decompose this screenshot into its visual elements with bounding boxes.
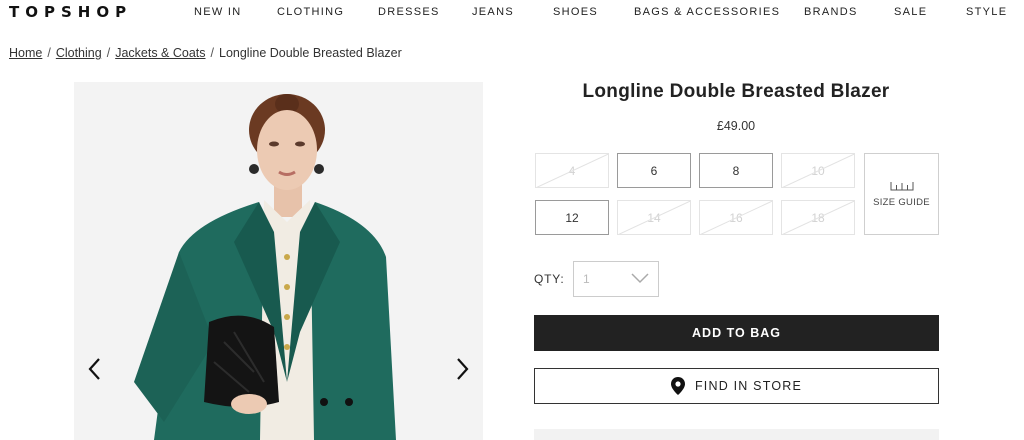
size-option[interactable]: 18 xyxy=(781,200,855,235)
breadcrumb-separator: / xyxy=(47,46,51,60)
map-pin-icon xyxy=(670,377,685,395)
add-to-bag-button[interactable]: ADD TO BAG xyxy=(534,315,939,351)
breadcrumb: Home / Clothing / Jackets & Coats / Longline D… xyxy=(9,46,402,60)
quantity-value: 1 xyxy=(583,272,590,286)
nav-sale[interactable]: SALE xyxy=(894,6,927,18)
content-divider xyxy=(534,429,939,440)
product-title: Longline Double Breasted Blazer xyxy=(582,81,890,102)
size-guide-label: SIZE GUIDE xyxy=(873,196,930,208)
site-header: TOPSHOP NEW IN CLOTHING DRESSES JEANS SH… xyxy=(0,0,1024,26)
size-option[interactable]: 10 xyxy=(781,153,855,188)
quantity-select[interactable]: 1 xyxy=(573,261,659,297)
breadcrumb-current: Longline Double Breasted Blazer xyxy=(219,46,402,60)
size-guide-button[interactable]: SIZE GUIDE xyxy=(864,153,939,235)
breadcrumb-jackets-coats[interactable]: Jackets & Coats xyxy=(115,46,205,60)
find-in-store-button[interactable]: FIND IN STORE xyxy=(534,368,939,404)
previous-image-button[interactable] xyxy=(82,354,108,384)
size-option[interactable]: 16 xyxy=(699,200,773,235)
chevron-right-icon xyxy=(457,358,469,380)
size-option[interactable]: 4 xyxy=(535,153,609,188)
chevron-left-icon xyxy=(88,358,100,380)
size-option[interactable]: 8 xyxy=(699,153,773,188)
nav-new-in[interactable]: NEW IN xyxy=(194,6,242,18)
breadcrumb-separator: / xyxy=(210,46,214,60)
product-price: £49.00 xyxy=(716,119,756,133)
quantity-label: QTY: xyxy=(534,272,565,286)
nav-brands[interactable]: BRANDS xyxy=(804,6,858,18)
size-option[interactable]: 6 xyxy=(617,153,691,188)
nav-bags-accessories[interactable]: BAGS & ACCESSORIES xyxy=(634,6,780,18)
product-image xyxy=(74,82,483,440)
size-option[interactable]: 14 xyxy=(617,200,691,235)
product-image-gallery xyxy=(74,82,483,440)
nav-style[interactable]: STYLE xyxy=(966,6,1007,18)
find-in-store-label: FIND IN STORE xyxy=(694,379,803,393)
breadcrumb-home[interactable]: Home xyxy=(9,46,42,60)
chevron-down-icon xyxy=(631,273,649,284)
breadcrumb-clothing[interactable]: Clothing xyxy=(56,46,102,60)
breadcrumb-separator: / xyxy=(106,46,111,60)
nav-dresses[interactable]: DRESSES xyxy=(378,6,440,18)
nav-clothing[interactable]: CLOTHING xyxy=(277,6,344,18)
nav-jeans[interactable]: JEANS xyxy=(472,6,514,18)
ruler-icon xyxy=(890,181,913,190)
nav-shoes[interactable]: SHOES xyxy=(553,6,598,18)
main-nav: NEW IN CLOTHING DRESSES JEANS SHOES BAGS… xyxy=(0,6,1024,20)
next-image-button[interactable] xyxy=(449,354,475,384)
size-option[interactable]: 12 xyxy=(535,200,609,235)
